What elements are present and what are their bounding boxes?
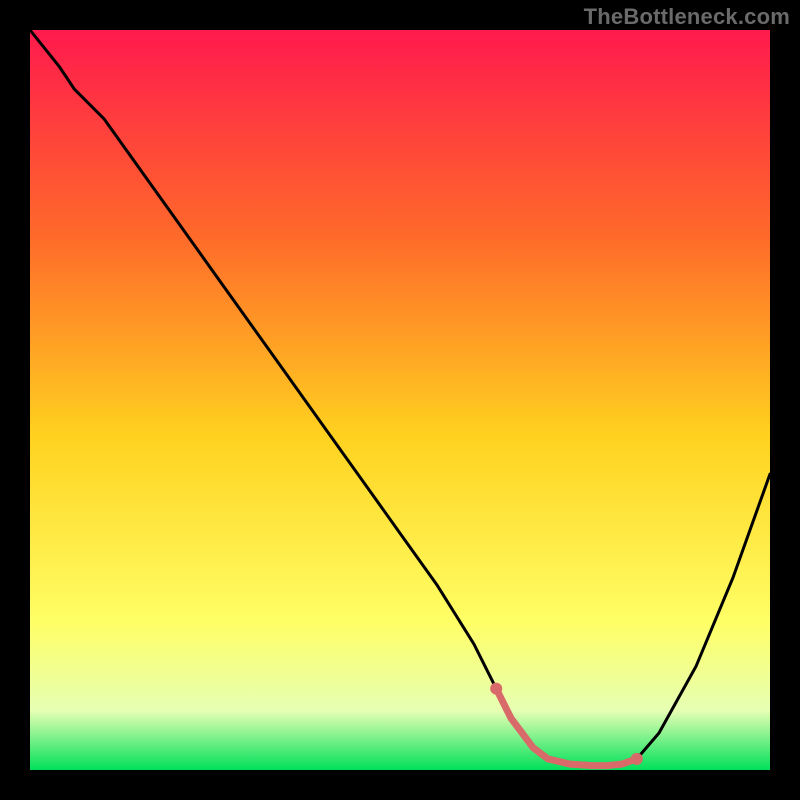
chart-svg [30, 30, 770, 770]
highlight-dot [631, 753, 643, 765]
chart-frame: TheBottleneck.com [0, 0, 800, 800]
plot-area [30, 30, 770, 770]
watermark-text: TheBottleneck.com [584, 4, 790, 30]
gradient-background [30, 30, 770, 770]
highlight-dot [490, 683, 502, 695]
